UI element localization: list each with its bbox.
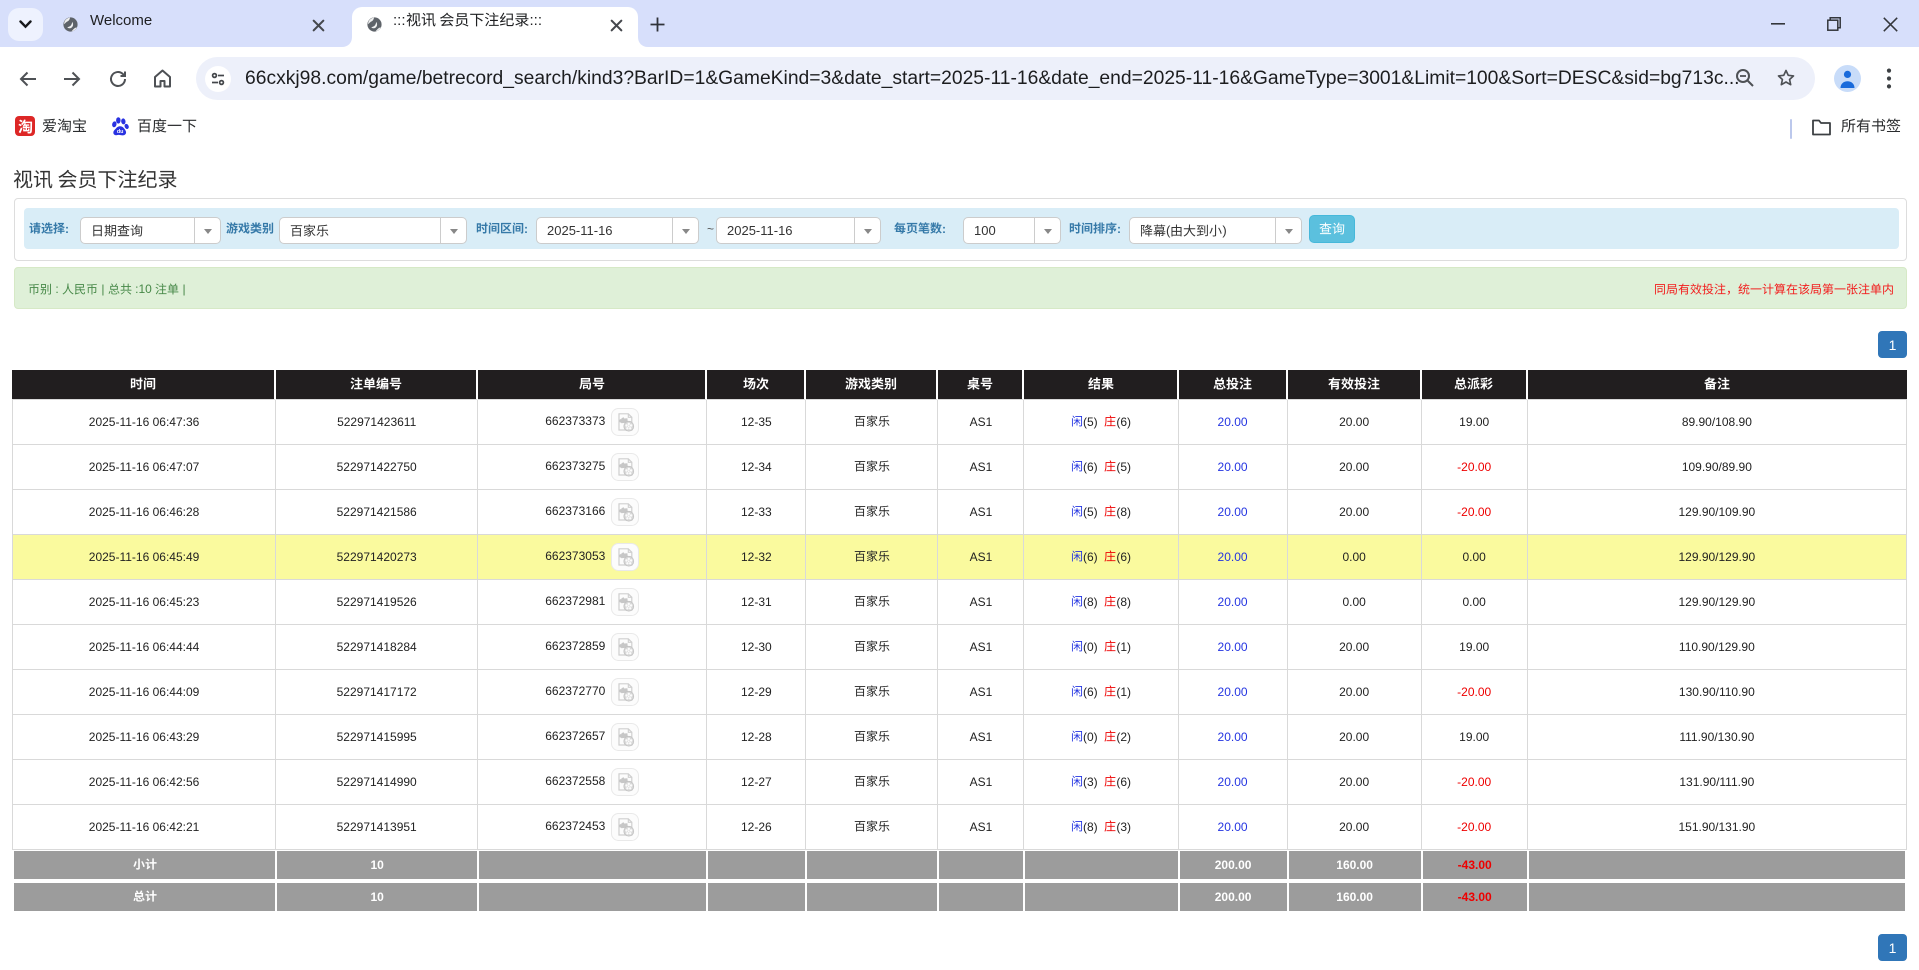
svg-text:du: du bbox=[117, 129, 124, 135]
